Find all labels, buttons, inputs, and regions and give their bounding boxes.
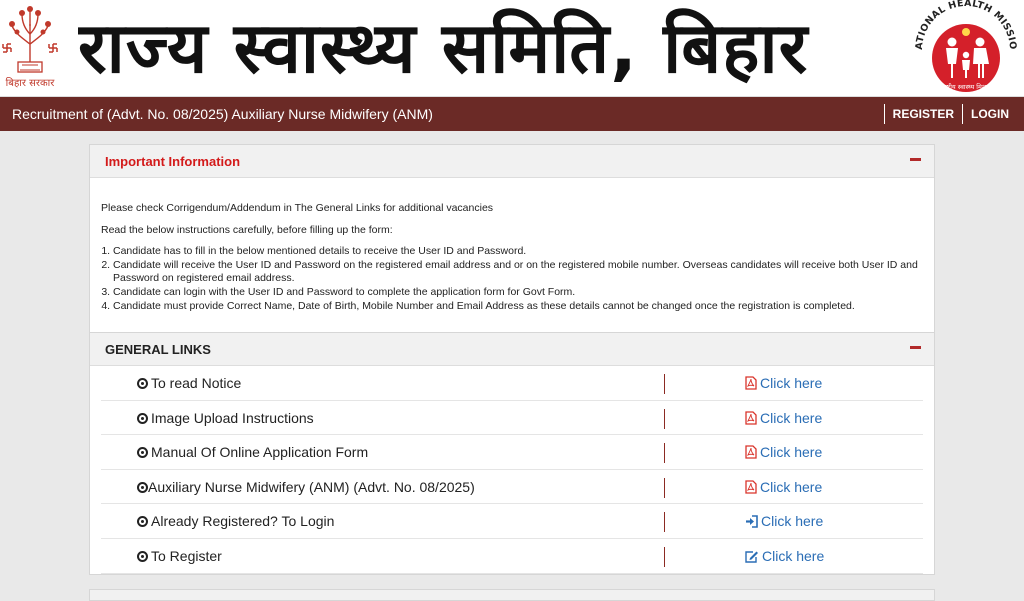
application-manual-link[interactable]: Click here <box>745 435 822 469</box>
general-links-header[interactable]: GENERAL LINKS <box>90 333 934 366</box>
pdf-icon <box>745 480 757 494</box>
important-information-body: Please check Corrigendum/Addendum in The… <box>90 178 934 332</box>
page-title: Recruitment of (Advt. No. 08/2025) Auxil… <box>12 106 433 122</box>
register-link[interactable]: REGISTER <box>883 104 962 124</box>
advertisement-link[interactable]: Click here <box>745 470 822 504</box>
link-row: Manual Of Online Application Form Click … <box>101 435 923 470</box>
click-here-text: Click here <box>760 409 823 426</box>
sign-in-icon <box>746 515 758 529</box>
svg-text:राष्ट्रीय स्वास्थ्य मिशन: राष्ट्रीय स्वास्थ्य मिशन <box>942 83 990 91</box>
click-here-text: Click here <box>760 375 823 391</box>
top-navigation-bar: Recruitment of (Advt. No. 08/2025) Auxil… <box>0 97 1024 131</box>
instructions-list: Candidate has to fill in the below menti… <box>101 245 923 313</box>
general-links-title: GENERAL LINKS <box>105 342 211 357</box>
collapse-minus-icon[interactable] <box>910 158 921 161</box>
link-row: To Register Click here <box>101 539 923 574</box>
link-row-label: Already Registered? To Login <box>151 513 335 530</box>
edit-icon <box>745 551 758 563</box>
login-link[interactable]: LOGIN <box>962 104 1024 124</box>
corrigendum-notice: Please check Corrigendum/Addendum in The… <box>101 202 494 214</box>
link-row-label-container: Image Upload Instructions <box>137 401 314 435</box>
register-click-here-link[interactable]: Click here <box>745 539 824 573</box>
login-click-here-link[interactable]: Click here <box>745 504 823 538</box>
important-information-title: Important Information <box>105 154 241 169</box>
circle-dot-icon <box>137 378 148 389</box>
column-divider <box>664 477 665 498</box>
circle-dot-icon <box>137 481 148 493</box>
instruction-item: Candidate has to fill in the below menti… <box>113 245 923 258</box>
link-row-label: To Register <box>151 547 222 564</box>
link-row: Already Registered? To Login Click here <box>101 504 923 539</box>
link-row-label: Image Upload Instructions <box>151 409 314 426</box>
pdf-icon <box>745 445 757 459</box>
column-divider <box>664 512 665 533</box>
link-row-label-container: Manual Of Online Application Form <box>137 435 368 469</box>
column-divider <box>664 546 665 567</box>
click-here-text: Click here <box>762 547 825 564</box>
column-divider <box>664 408 665 429</box>
column-divider <box>664 374 665 394</box>
click-here-text: Click here <box>760 478 823 495</box>
bihar-government-emblem-icon: बिहार सरकार <box>2 6 58 89</box>
collapse-minus-icon[interactable] <box>910 346 921 349</box>
svg-text:बिहार सरकार: बिहार सरकार <box>6 77 56 89</box>
link-row-label-container: Auxiliary Nurse Midwifery (ANM) (Advt. N… <box>137 470 475 504</box>
next-panel-header <box>89 589 935 601</box>
link-row: To read Notice Click here <box>101 366 923 401</box>
important-information-header[interactable]: Important Information <box>90 145 934 178</box>
general-links-list: To read Notice Click here Image Upload I… <box>90 366 934 574</box>
general-links-panel: GENERAL LINKS To read Notice Click here … <box>89 333 935 575</box>
pdf-icon <box>745 376 757 390</box>
image-upload-instructions-link[interactable]: Click here <box>745 401 822 435</box>
important-information-panel: Important Information Please check Corri… <box>89 144 935 333</box>
link-row: Image Upload Instructions Click here <box>101 401 923 436</box>
instruction-item: Candidate can login with the User ID and… <box>113 286 923 299</box>
circle-dot-icon <box>137 447 148 459</box>
column-divider <box>664 443 665 464</box>
click-here-text: Click here <box>761 513 824 530</box>
circle-dot-icon <box>137 550 148 562</box>
click-here-text: Click here <box>760 444 823 461</box>
auth-nav: REGISTER LOGIN <box>883 97 1024 131</box>
link-row-label-container: To read Notice <box>137 366 241 400</box>
instruction-item: Candidate must provide Correct Name, Dat… <box>113 300 923 313</box>
national-health-mission-logo-icon: NATIONAL HEALTH MISSION राष्ट्रीय स्वास्… <box>908 0 1018 92</box>
main-content: Important Information Please check Corri… <box>89 144 935 575</box>
pdf-icon <box>745 410 757 425</box>
link-row-label-container: To Register <box>137 539 222 573</box>
link-row-label: To read Notice <box>151 375 242 391</box>
link-row-label: Auxiliary Nurse Midwifery (ANM) (Advt. N… <box>148 478 475 495</box>
circle-dot-icon <box>137 516 148 528</box>
link-row-label: Manual Of Online Application Form <box>151 444 369 461</box>
link-row: Auxiliary Nurse Midwifery (ANM) (Advt. N… <box>101 470 923 505</box>
banner-title: राज्य स्वास्थ्य समिति, बिहार <box>78 7 809 89</box>
circle-dot-icon <box>137 412 148 424</box>
instruction-item: Candidate will receive the User ID and P… <box>113 259 923 285</box>
site-header: बिहार सरकार राज्य स्वास्थ्य समिति, बिहार… <box>0 0 1024 97</box>
read-notice-link[interactable]: Click here <box>745 366 822 400</box>
instructions-intro: Read the below instructions carefully, b… <box>101 224 393 236</box>
link-row-label-container: Already Registered? To Login <box>137 504 334 538</box>
